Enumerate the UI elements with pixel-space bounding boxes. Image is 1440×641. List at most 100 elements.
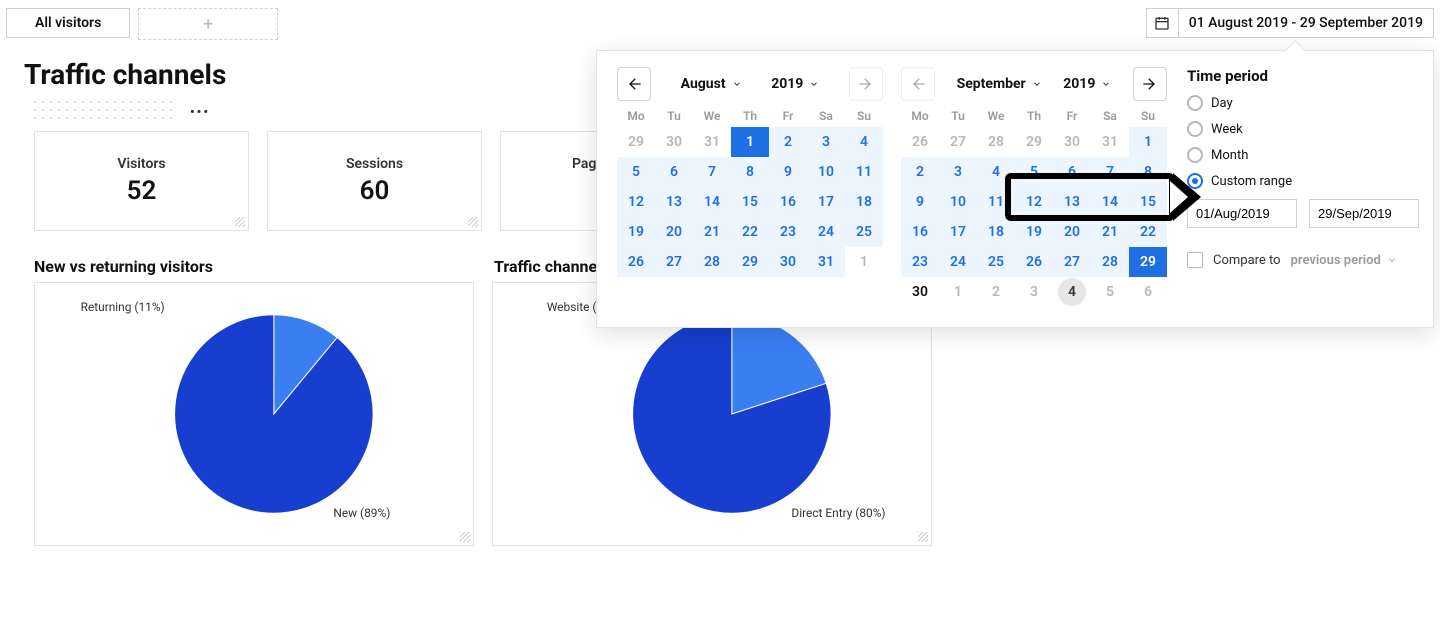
calendar-day[interactable]: 30 [655, 127, 693, 157]
calendar-day[interactable]: 9 [769, 157, 807, 187]
calendar-day[interactable]: 13 [655, 187, 693, 217]
calendar-day[interactable]: 20 [655, 217, 693, 247]
calendar-day[interactable]: 4 [977, 157, 1015, 187]
weekday-header: MoTuWeThFrSaSu [901, 109, 1167, 123]
calendar-day[interactable]: 19 [617, 217, 655, 247]
calendar-day[interactable]: 30 [769, 247, 807, 277]
calendar-day[interactable]: 12 [617, 187, 655, 217]
calendar-day[interactable]: 22 [731, 217, 769, 247]
month-select-left[interactable]: August [681, 76, 742, 92]
more-options-icon[interactable]: ••• [190, 105, 210, 120]
calendar-day[interactable]: 10 [939, 187, 977, 217]
calendar-day[interactable]: 3 [939, 157, 977, 187]
calendar-day[interactable]: 18 [977, 217, 1015, 247]
calendar-day[interactable]: 25 [977, 247, 1015, 277]
calendar-day[interactable]: 1 [731, 127, 769, 157]
prev-month-button[interactable] [617, 67, 651, 101]
calendar-day[interactable]: 28 [693, 247, 731, 277]
calendar-day[interactable]: 29 [1015, 127, 1053, 157]
resize-handle-icon[interactable] [468, 217, 478, 227]
calendar-day[interactable]: 23 [769, 217, 807, 247]
compare-period-select[interactable]: previous period [1291, 253, 1397, 268]
metric-card[interactable]: Sessions60 [267, 131, 482, 231]
calendar-day[interactable]: 26 [1015, 247, 1053, 277]
calendar-day[interactable]: 19 [1015, 217, 1053, 247]
calendar-day[interactable]: 12 [1015, 187, 1053, 217]
calendar-day[interactable]: 16 [901, 217, 939, 247]
calendar-day[interactable]: 6 [655, 157, 693, 187]
date-to-input[interactable] [1309, 199, 1419, 228]
calendar-day[interactable]: 26 [617, 247, 655, 277]
calendar-day[interactable]: 13 [1053, 187, 1091, 217]
calendar-day[interactable]: 9 [901, 187, 939, 217]
calendar-day[interactable]: 29 [731, 247, 769, 277]
month-select-right[interactable]: September [957, 76, 1042, 92]
calendar-day[interactable]: 29 [617, 127, 655, 157]
resize-handle-icon[interactable] [460, 532, 470, 542]
resize-handle-icon[interactable] [235, 217, 245, 227]
compare-checkbox[interactable] [1187, 252, 1203, 268]
calendar-day[interactable]: 15 [731, 187, 769, 217]
time-period-option[interactable]: Custom range [1187, 173, 1419, 189]
calendar-day[interactable]: 27 [1053, 247, 1091, 277]
calendar-day[interactable]: 28 [977, 127, 1015, 157]
calendar-day[interactable]: 15 [1129, 187, 1167, 217]
calendar-day[interactable]: 31 [807, 247, 845, 277]
calendar-day[interactable]: 1 [1129, 127, 1167, 157]
calendar-day[interactable]: 14 [1091, 187, 1129, 217]
calendar-day[interactable]: 26 [901, 127, 939, 157]
add-filter-button[interactable]: + [138, 8, 278, 40]
drag-handle-icon[interactable] [34, 101, 176, 123]
calendar-day[interactable]: 30 [901, 277, 939, 307]
year-select-left[interactable]: 2019 [771, 76, 819, 92]
calendar-day[interactable]: 23 [901, 247, 939, 277]
metric-card[interactable]: Visitors52 [34, 131, 249, 231]
calendar-day[interactable]: 7 [1091, 157, 1129, 187]
calendar-day[interactable]: 5 [617, 157, 655, 187]
calendar-day[interactable]: 6 [1053, 157, 1091, 187]
calendar-day[interactable]: 28 [1091, 247, 1129, 277]
calendar-day[interactable]: 24 [807, 217, 845, 247]
radio-label: Month [1211, 148, 1248, 163]
calendar-day[interactable]: 25 [845, 217, 883, 247]
calendar-day[interactable]: 4 [1058, 278, 1086, 306]
calendar-day[interactable]: 3 [807, 127, 845, 157]
date-from-input[interactable] [1187, 199, 1297, 228]
calendar-day[interactable]: 11 [977, 187, 1015, 217]
calendar-day[interactable]: 22 [1129, 217, 1167, 247]
calendar-day[interactable]: 11 [845, 157, 883, 187]
calendar-day[interactable]: 4 [845, 127, 883, 157]
calendar-day[interactable]: 8 [731, 157, 769, 187]
calendar-day[interactable]: 21 [1091, 217, 1129, 247]
pie-slice[interactable] [175, 315, 373, 513]
calendar-day[interactable]: 2 [901, 157, 939, 187]
calendar-day[interactable]: 2 [769, 127, 807, 157]
filter-all-visitors[interactable]: All visitors [6, 8, 130, 38]
calendar-day[interactable]: 17 [939, 217, 977, 247]
calendar-day[interactable]: 31 [1091, 127, 1129, 157]
calendar-day[interactable]: 5 [1015, 157, 1053, 187]
calendar-day[interactable]: 31 [693, 127, 731, 157]
time-period-option[interactable]: Month [1187, 147, 1419, 163]
calendar-day[interactable]: 16 [769, 187, 807, 217]
calendar-day[interactable]: 17 [807, 187, 845, 217]
calendar-day[interactable]: 21 [693, 217, 731, 247]
time-period-option[interactable]: Day [1187, 95, 1419, 111]
resize-handle-icon[interactable] [918, 532, 928, 542]
calendar-day[interactable]: 8 [1129, 157, 1167, 187]
next-month-button[interactable] [1133, 67, 1167, 101]
year-select-right[interactable]: 2019 [1063, 76, 1111, 92]
calendar-day[interactable]: 27 [939, 127, 977, 157]
calendar-day[interactable]: 1 [845, 247, 883, 277]
calendar-day[interactable]: 14 [693, 187, 731, 217]
calendar-day[interactable]: 30 [1053, 127, 1091, 157]
calendar-day[interactable]: 29 [1129, 247, 1167, 277]
date-range-picker-trigger[interactable]: 01 August 2019 - 29 September 2019 [1146, 8, 1434, 38]
calendar-day[interactable]: 27 [655, 247, 693, 277]
calendar-day[interactable]: 7 [693, 157, 731, 187]
time-period-option[interactable]: Week [1187, 121, 1419, 137]
calendar-day[interactable]: 24 [939, 247, 977, 277]
calendar-day[interactable]: 20 [1053, 217, 1091, 247]
calendar-day[interactable]: 10 [807, 157, 845, 187]
calendar-day[interactable]: 18 [845, 187, 883, 217]
